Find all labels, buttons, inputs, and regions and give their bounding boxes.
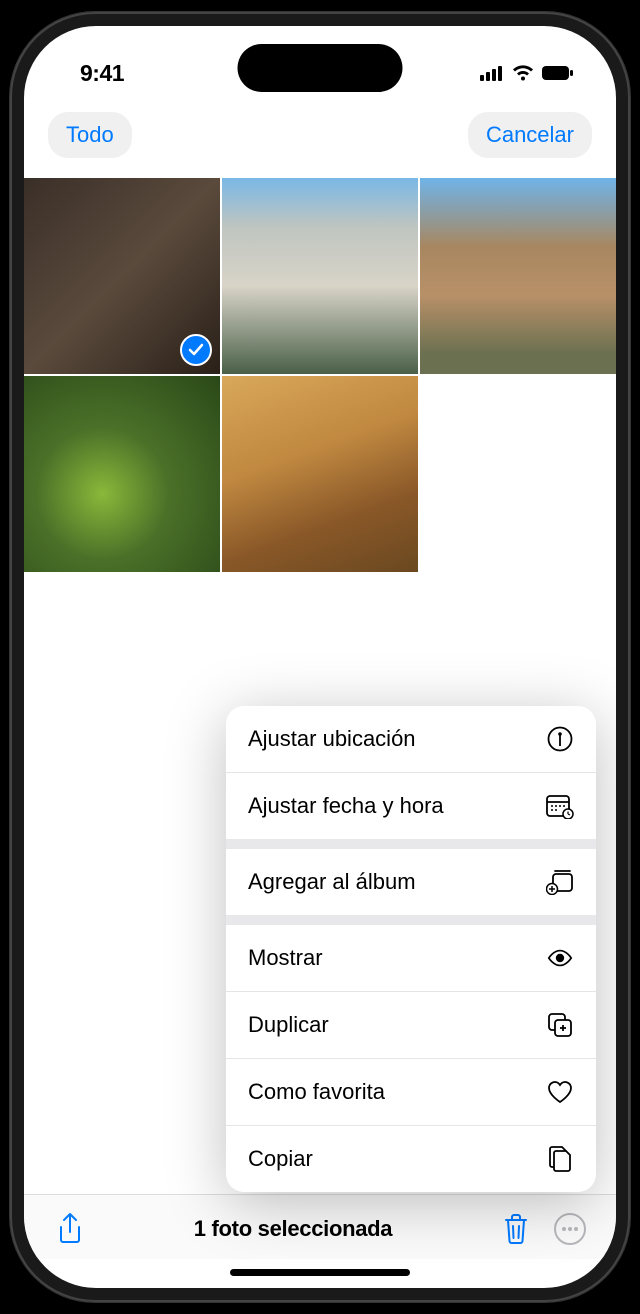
battery-icon [542,65,574,81]
cellular-icon [480,65,504,81]
copy-docs-icon [546,1145,574,1173]
selection-checkmark-icon [180,334,212,366]
menu-label: Duplicar [248,1012,329,1038]
photo-thumbnail[interactable] [24,178,220,374]
eye-icon [546,944,574,972]
menu-label: Como favorita [248,1079,385,1105]
menu-duplicate[interactable]: Duplicar [226,991,596,1058]
photo-thumbnail[interactable] [222,178,418,374]
photo-grid [24,178,616,572]
menu-copy[interactable]: Copiar [226,1125,596,1192]
home-indicator[interactable] [230,1269,410,1276]
album-add-icon [546,868,574,896]
navigation-bar: Todo Cancelar [24,98,616,178]
menu-adjust-date[interactable]: Ajustar fecha y hora [226,772,596,839]
delete-button[interactable] [498,1211,534,1247]
duplicate-icon [546,1011,574,1039]
select-all-button[interactable]: Todo [48,112,132,158]
photo-thumbnail[interactable] [420,178,616,374]
wifi-icon [512,65,534,81]
menu-label: Mostrar [248,945,323,971]
context-menu: Ajustar ubicación Ajustar fecha y hora [226,706,596,1192]
heart-icon [546,1078,574,1106]
menu-label: Copiar [248,1146,313,1172]
info-circle-icon [546,725,574,753]
menu-adjust-location[interactable]: Ajustar ubicación [226,706,596,772]
bottom-toolbar: 1 foto seleccionada [24,1194,616,1259]
menu-show[interactable]: Mostrar [226,925,596,991]
photo-thumbnail[interactable] [222,376,418,572]
dynamic-island [238,44,403,92]
cancel-button[interactable]: Cancelar [468,112,592,158]
menu-label: Ajustar ubicación [248,726,416,752]
menu-label: Ajustar fecha y hora [248,793,444,819]
calendar-icon [546,792,574,820]
share-button[interactable] [52,1211,88,1247]
status-indicators [480,65,574,81]
menu-label: Agregar al álbum [248,869,416,895]
photo-thumbnail[interactable] [24,376,220,572]
menu-favorite[interactable]: Como favorita [226,1058,596,1125]
status-time: 9:41 [80,60,124,87]
menu-add-to-album[interactable]: Agregar al álbum [226,849,596,915]
selection-count-label: 1 foto seleccionada [194,1216,392,1242]
more-button[interactable] [552,1211,588,1247]
